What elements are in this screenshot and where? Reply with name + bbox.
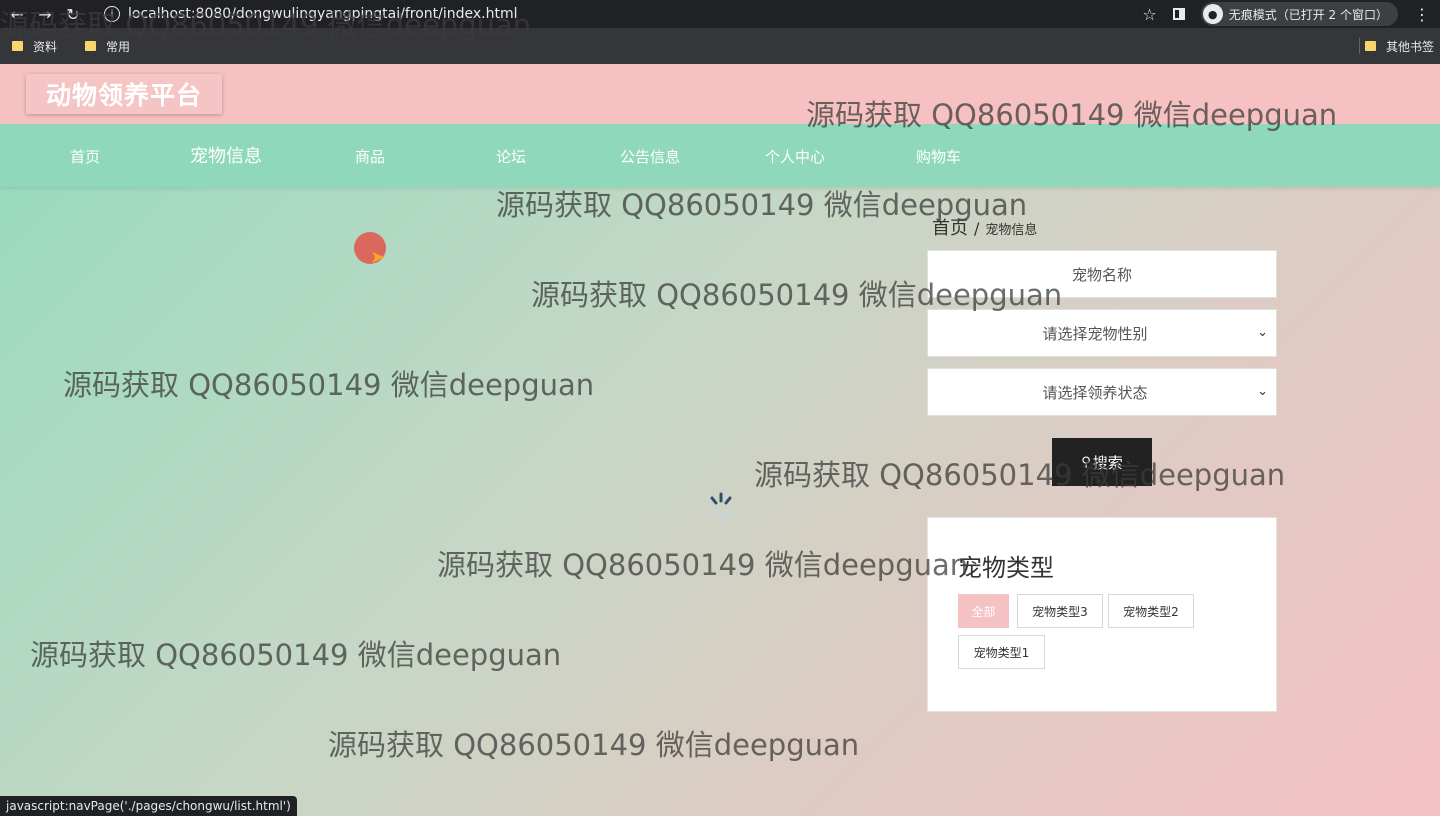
breadcrumb-current: 宠物信息: [985, 223, 1038, 238]
pet-type-tag[interactable]: 宠物类型1: [958, 635, 1045, 669]
bookmark-label: 常用: [106, 39, 131, 54]
loading-spinner-icon: [710, 492, 732, 522]
back-icon[interactable]: ←: [6, 3, 28, 25]
nav-cart[interactable]: 购物车: [916, 146, 961, 167]
address-bar[interactable]: i localhost:8080/dongwulingyangpingtai/f…: [104, 3, 1142, 25]
other-bookmarks[interactable]: 其他书签: [1364, 38, 1434, 55]
browser-toolbar: ← → ↻ i localhost:8080/dongwulingyangpin…: [0, 0, 1440, 28]
bookmark-folder[interactable]: 资料: [12, 38, 57, 55]
site-header: 动物领养平台: [0, 64, 1440, 124]
status-select-value: 请选择领养状态: [1042, 383, 1148, 402]
bookmark-label: 资料: [33, 39, 58, 54]
menu-icon[interactable]: ⋮: [1414, 5, 1430, 24]
incognito-indicator[interactable]: ● 无痕模式（已打开 2 个窗口）: [1200, 2, 1398, 26]
pet-type-tag-all[interactable]: 全部: [958, 594, 1009, 628]
forward-icon[interactable]: →: [34, 3, 56, 25]
adoption-status-select[interactable]: 请选择领养状态 ⌄: [927, 368, 1277, 416]
pet-type-tag[interactable]: 宠物类型2: [1108, 594, 1194, 628]
folder-icon: [1364, 41, 1376, 51]
browser-status-url: javascript:navPage('./pages/chongwu/list…: [0, 796, 297, 816]
bookmark-folder[interactable]: 常用: [85, 38, 130, 55]
gender-select-value: 请选择宠物性别: [1042, 324, 1148, 343]
breadcrumb: 首页 / 宠物信息: [932, 214, 1037, 240]
side-panel-icon[interactable]: [1172, 8, 1185, 20]
nav-home[interactable]: 首页: [70, 146, 100, 167]
watermark: 源码获取 QQ86050149 微信deepguan: [437, 548, 969, 582]
folder-icon: [85, 41, 97, 51]
search-icon: ⚲: [1081, 454, 1091, 470]
nav-goods[interactable]: 商品: [355, 146, 385, 167]
breadcrumb-separator: /: [974, 219, 980, 238]
chevron-down-icon: ⌄: [1257, 325, 1268, 340]
watermark: 源码获取 QQ86050149 微信deepguan: [63, 368, 595, 402]
url-text: localhost:8080/dongwulingyangpingtai/fro…: [128, 6, 518, 22]
bookmark-star-icon[interactable]: ☆: [1142, 5, 1156, 24]
nav-notice[interactable]: 公告信息: [620, 146, 680, 167]
bookmarks-bar: 资料 常用 其他书签: [0, 28, 1440, 64]
site-logo[interactable]: 动物领养平台: [26, 74, 222, 114]
main-nav: 首页 宠物信息 商品 论坛 公告信息 个人中心 购物车: [0, 124, 1440, 187]
site-info-icon[interactable]: i: [104, 6, 120, 22]
mouse-cursor-icon: ➤: [370, 247, 386, 268]
nav-pet-info[interactable]: 宠物信息: [190, 142, 262, 168]
watermark: 源码获取 QQ86050149 微信deepguan: [30, 638, 562, 672]
pet-name-placeholder: 宠物名称: [1071, 265, 1132, 284]
pet-type-card: 宠物类型 全部 宠物类型3 宠物类型2 宠物类型1: [927, 517, 1277, 712]
incognito-icon: ●: [1202, 4, 1223, 24]
reload-icon[interactable]: ↻: [62, 3, 84, 25]
search-button[interactable]: ⚲ 搜索: [1052, 438, 1152, 486]
incognito-label: 无痕模式（已打开 2 个窗口）: [1228, 7, 1388, 22]
pet-type-tag[interactable]: 宠物类型3: [1017, 594, 1103, 628]
gender-select[interactable]: 请选择宠物性别 ⌄: [927, 309, 1277, 357]
pet-type-title: 宠物类型: [958, 554, 1054, 582]
nav-personal-center[interactable]: 个人中心: [765, 146, 825, 167]
chevron-down-icon: ⌄: [1257, 384, 1268, 399]
breadcrumb-home[interactable]: 首页: [932, 214, 968, 240]
bookmark-separator: [1359, 38, 1360, 54]
watermark: 源码获取 QQ86050149 微信deepguan: [328, 728, 860, 762]
folder-icon: [12, 41, 23, 51]
watermark: 源码获取 QQ86050149 微信deepguan: [754, 458, 1286, 492]
nav-forum[interactable]: 论坛: [496, 146, 526, 167]
other-bookmarks-label: 其他书签: [1385, 39, 1434, 54]
search-button-label: 搜索: [1092, 453, 1123, 472]
pet-name-input[interactable]: 宠物名称: [927, 250, 1277, 298]
